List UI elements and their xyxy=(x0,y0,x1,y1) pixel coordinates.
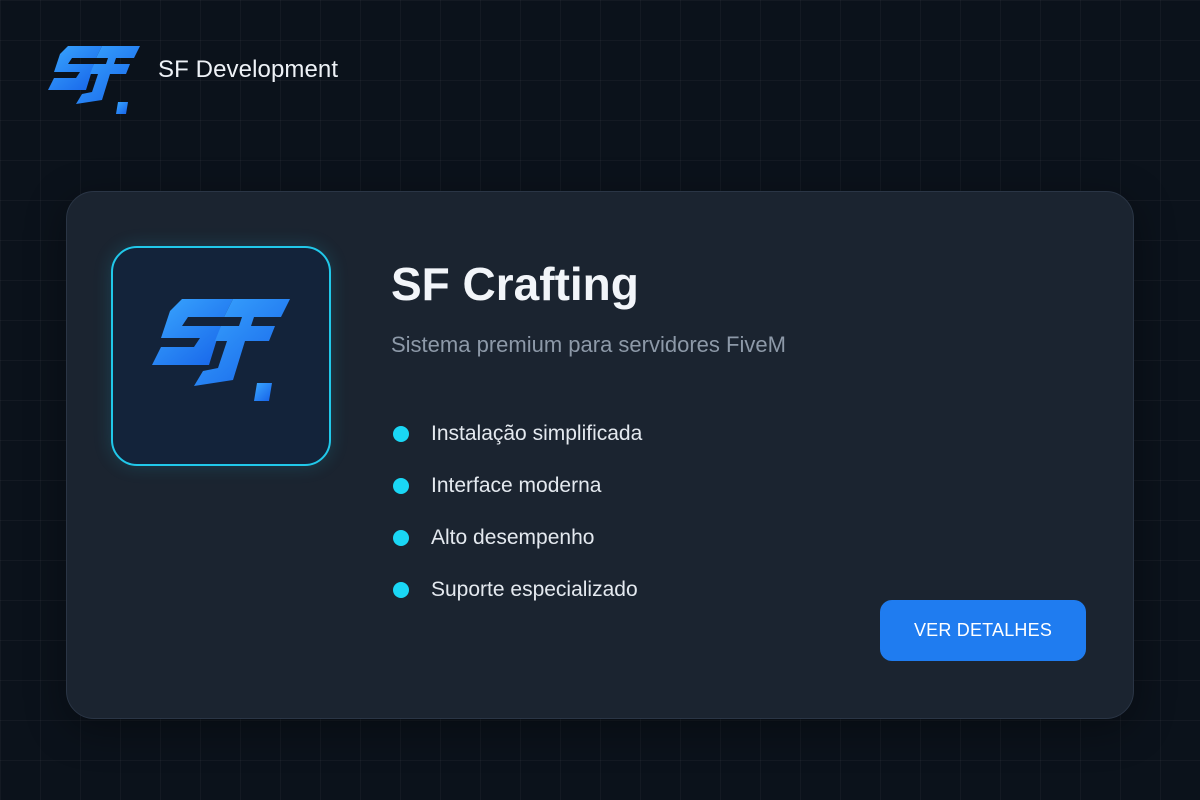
brand-name: SF Development xyxy=(158,56,339,83)
product-subtitle: Sistema premium para servidores FiveM xyxy=(391,332,786,357)
feature-item: Instalação simplificada xyxy=(393,408,642,460)
feature-list: Instalação simplificada Interface modern… xyxy=(393,408,642,616)
bullet-dot-icon xyxy=(393,582,409,598)
sf-logo-icon xyxy=(48,46,140,114)
bullet-dot-icon xyxy=(393,426,409,442)
header: SF Development xyxy=(46,44,338,124)
feature-item: Interface moderna xyxy=(393,460,642,512)
feature-text: Interface moderna xyxy=(431,474,602,497)
feature-text: Alto desempenho xyxy=(431,526,595,549)
feature-item: Alto desempenho xyxy=(393,512,642,564)
product-icon-frame xyxy=(111,246,331,466)
feature-item: Suporte especializado xyxy=(393,564,642,616)
view-details-button[interactable]: VER DETALHES xyxy=(880,600,1086,661)
product-title: SF Crafting xyxy=(391,258,639,310)
bullet-dot-icon xyxy=(393,530,409,546)
feature-text: Instalação simplificada xyxy=(431,422,643,445)
feature-text: Suporte especializado xyxy=(431,578,638,601)
bullet-dot-icon xyxy=(393,478,409,494)
sf-logo-icon xyxy=(152,299,290,401)
product-card: SF Crafting Sistema premium para servido… xyxy=(66,191,1134,719)
